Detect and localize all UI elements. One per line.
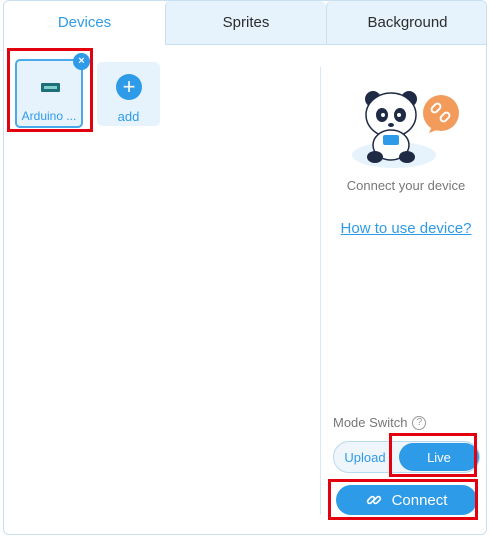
tab-sprites[interactable]: Sprites <box>165 1 326 45</box>
device-label: Arduino ... <box>21 109 77 123</box>
tab-background[interactable]: Background <box>326 1 486 45</box>
tab-devices[interactable]: Devices <box>4 1 165 45</box>
mode-switch-text: Mode Switch <box>333 415 408 430</box>
connect-hint-text: Connect your device <box>346 178 466 193</box>
add-device-button[interactable]: + add <box>97 62 160 126</box>
mode-switch: Upload Live <box>333 441 480 473</box>
arduino-board-icon <box>41 83 60 92</box>
how-to-use-link[interactable]: How to use device? <box>324 220 486 237</box>
remove-device-icon[interactable]: × <box>73 53 90 70</box>
devices-panel: Devices Sprites Background Arduino ... ×… <box>3 0 487 535</box>
mode-live-option[interactable]: Live <box>399 443 479 471</box>
link-icon <box>366 495 381 505</box>
mode-switch-label: Mode Switch ? <box>333 415 427 430</box>
tab-bar: Devices Sprites Background <box>4 1 486 45</box>
question-circle-icon[interactable]: ? <box>412 415 427 430</box>
panda-with-broken-link-icon <box>352 91 459 168</box>
plus-icon: + <box>116 74 142 100</box>
device-card-arduino[interactable]: Arduino ... <box>15 59 83 128</box>
panel-divider <box>320 67 321 515</box>
mode-upload-option[interactable]: Upload <box>334 442 396 472</box>
add-device-label: add <box>117 109 140 124</box>
connect-button-label: Connect <box>391 491 448 509</box>
connect-button[interactable]: Connect <box>336 485 477 515</box>
